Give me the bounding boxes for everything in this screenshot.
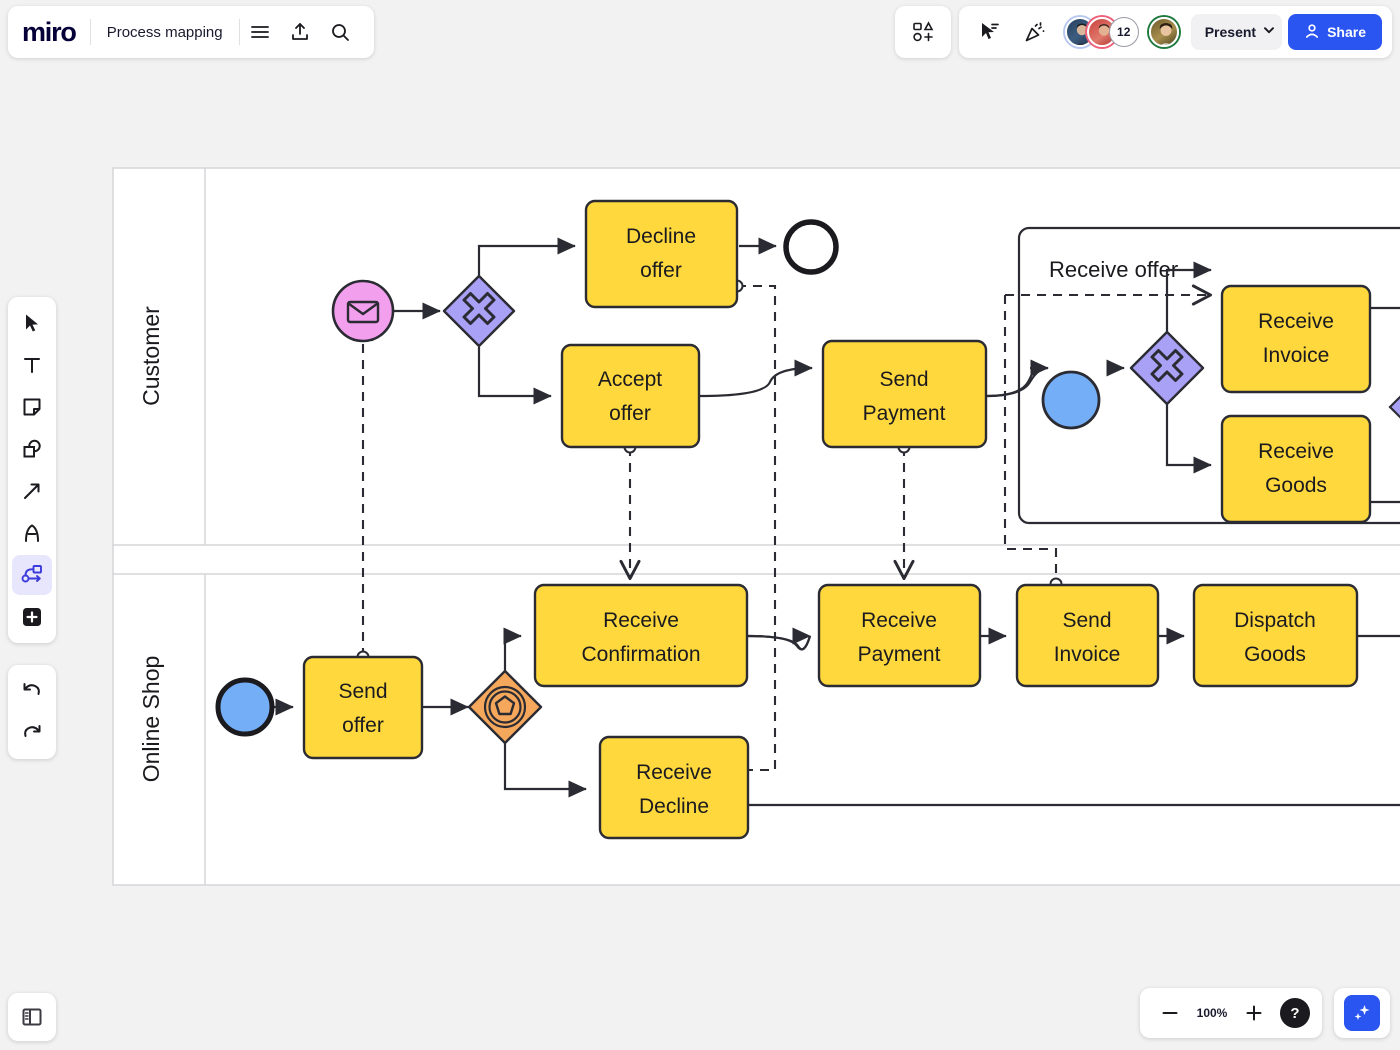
- board-canvas[interactable]: Customer Online Shop Receive offer: [0, 64, 1400, 1050]
- task-label: Receive: [1258, 310, 1334, 333]
- node-intermediate-event[interactable]: [1043, 372, 1099, 428]
- task-label: Invoice: [1054, 643, 1121, 666]
- node-message-start-event[interactable]: [333, 281, 393, 341]
- present-button[interactable]: Present: [1191, 14, 1282, 50]
- node-end-event[interactable]: [786, 222, 836, 272]
- board-toolbar-right: 12 Present Share: [895, 6, 1392, 58]
- shapes-templates-icon[interactable]: [903, 12, 943, 52]
- task-label: Send: [1062, 609, 1111, 632]
- collaboration-pill: 12 Present Share: [959, 6, 1392, 58]
- node-task-receive-goods[interactable]: Receive Goods: [1222, 416, 1370, 522]
- top-toolbar: miro Process mapping: [0, 0, 1400, 64]
- task-label: Receive: [861, 609, 937, 632]
- avatar-current-user[interactable]: [1149, 17, 1179, 47]
- person-icon: [1304, 23, 1320, 42]
- party-popper-icon[interactable]: [1015, 12, 1055, 52]
- task-label: offer: [342, 714, 384, 737]
- board-toolbar-left: miro Process mapping: [8, 6, 374, 58]
- bpmn-diagram[interactable]: Customer Online Shop Receive offer: [0, 64, 1400, 1050]
- task-label: Decline: [639, 795, 709, 818]
- task-label: Decline: [626, 225, 696, 248]
- node-task-decline-offer[interactable]: Decline offer: [586, 201, 737, 307]
- board-title[interactable]: Process mapping: [91, 24, 239, 41]
- collaborator-count-badge[interactable]: 12: [1109, 17, 1139, 47]
- node-task-receive-confirmation[interactable]: Receive Confirmation: [535, 585, 747, 686]
- miro-board-app: miro Process mapping: [0, 0, 1400, 1050]
- present-label: Present: [1205, 24, 1256, 40]
- node-task-send-invoice[interactable]: Send Invoice: [1017, 585, 1158, 686]
- search-icon[interactable]: [320, 12, 360, 52]
- task-label: Payment: [858, 643, 941, 666]
- lane-label-customer[interactable]: Customer: [138, 306, 164, 406]
- miro-logo[interactable]: miro: [22, 17, 90, 48]
- task-label: Accept: [598, 368, 662, 391]
- templates-button[interactable]: [895, 6, 951, 58]
- task-label: Receive: [1258, 440, 1334, 463]
- lane-label-customer-text: Customer: [138, 306, 164, 406]
- hamburger-menu-icon[interactable]: [240, 12, 280, 52]
- task-label: offer: [609, 402, 651, 425]
- chevron-down-icon[interactable]: [1262, 23, 1276, 42]
- share-label: Share: [1327, 24, 1366, 40]
- task-label: Send: [338, 680, 387, 703]
- task-label: Receive: [603, 609, 679, 632]
- task-label: Dispatch: [1234, 609, 1316, 632]
- upload-icon[interactable]: [280, 12, 320, 52]
- lane-label-online-shop-text: Online Shop: [138, 656, 164, 783]
- task-label: Payment: [863, 402, 946, 425]
- task-label: Send: [879, 368, 928, 391]
- group-receive-offer-label: Receive offer: [1049, 257, 1178, 282]
- collaborator-avatars: 12: [1065, 17, 1179, 47]
- node-task-receive-payment[interactable]: Receive Payment: [819, 585, 980, 686]
- node-task-send-payment[interactable]: Send Payment: [823, 341, 986, 447]
- swimlane-pool[interactable]: [113, 168, 1400, 885]
- node-task-receive-invoice[interactable]: Receive Invoice: [1222, 286, 1370, 392]
- node-task-accept-offer[interactable]: Accept offer: [562, 345, 699, 447]
- task-label: offer: [640, 259, 682, 282]
- share-button[interactable]: Share: [1288, 14, 1382, 50]
- task-label: Goods: [1244, 643, 1306, 666]
- task-label: Receive: [636, 761, 712, 784]
- node-task-send-offer[interactable]: Send offer: [304, 657, 422, 758]
- node-task-dispatch-goods[interactable]: Dispatch Goods: [1194, 585, 1357, 686]
- task-label: Confirmation: [581, 643, 700, 666]
- node-task-receive-decline[interactable]: Receive Decline: [600, 737, 748, 838]
- pointer-select-icon[interactable]: [969, 12, 1009, 52]
- task-label: Invoice: [1263, 344, 1330, 367]
- node-start-event-shop[interactable]: [218, 680, 272, 734]
- task-label: Goods: [1265, 474, 1327, 497]
- lane-label-online-shop[interactable]: Online Shop: [138, 656, 164, 783]
